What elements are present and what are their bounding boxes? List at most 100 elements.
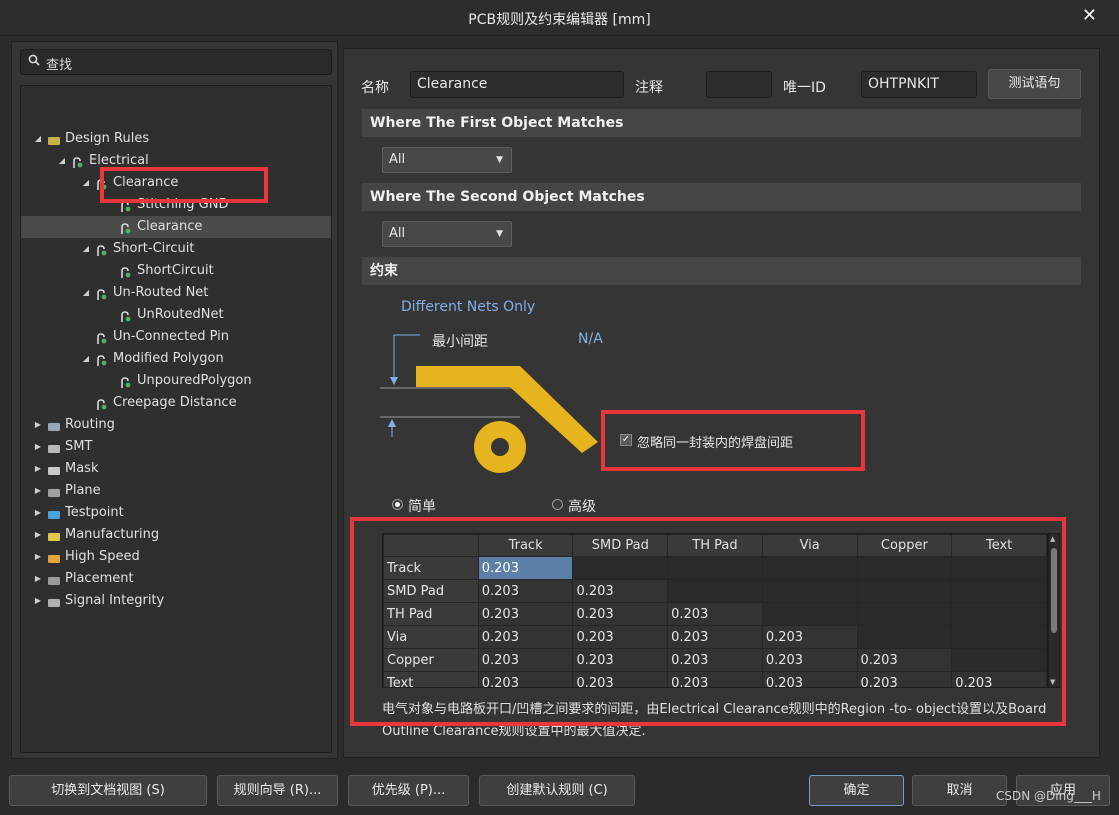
- tree-node-label: Signal Integrity: [65, 593, 165, 608]
- expand-arrow-icon[interactable]: ▶: [33, 568, 43, 590]
- tree-node[interactable]: Creepage Distance: [21, 392, 331, 414]
- tree-node-label: Mask: [65, 461, 99, 476]
- search-icon: [28, 54, 40, 66]
- cancel-button[interactable]: 取消: [912, 775, 1007, 806]
- tree-node[interactable]: Clearance: [21, 216, 331, 238]
- expand-arrow-icon[interactable]: ▶: [33, 590, 43, 612]
- collapse-arrow-icon[interactable]: ◢: [81, 238, 91, 260]
- expand-arrow-icon[interactable]: ▶: [33, 524, 43, 546]
- chevron-down-icon: ▼: [496, 155, 503, 165]
- search-box[interactable]: 查找: [20, 49, 332, 75]
- tree-node[interactable]: ◢ Un-Routed Net: [21, 282, 331, 304]
- comment-field[interactable]: [706, 71, 772, 98]
- title-bar: PCB规则及约束编辑器 [mm] ✕: [0, 0, 1119, 36]
- window-title: PCB规则及约束编辑器 [mm]: [468, 12, 651, 28]
- tree-node[interactable]: ▶ SMT: [21, 436, 331, 458]
- close-icon[interactable]: ✕: [1082, 5, 1097, 26]
- expand-arrow-icon[interactable]: ▶: [33, 546, 43, 568]
- document-view-button[interactable]: 切换到文档视图 (S): [9, 775, 207, 806]
- ok-button[interactable]: 确定: [809, 775, 904, 806]
- plane-icon: [47, 485, 61, 497]
- tree-node[interactable]: ▶ Testpoint: [21, 502, 331, 524]
- signal-integrity-icon: [47, 595, 61, 607]
- tree-node-label: High Speed: [65, 549, 140, 564]
- tree-node[interactable]: ▶ Routing: [21, 414, 331, 436]
- highlight-matrix: [350, 517, 1066, 726]
- tree-node[interactable]: UnpouredPolygon: [21, 370, 331, 392]
- collapse-arrow-icon[interactable]: ◢: [81, 348, 91, 370]
- tree-node-label: ShortCircuit: [137, 263, 214, 278]
- tree-node[interactable]: ▶ Mask: [21, 458, 331, 480]
- expand-arrow-icon[interactable]: ▶: [33, 502, 43, 524]
- tree-node[interactable]: Un-Connected Pin: [21, 326, 331, 348]
- tree-node-label: Design Rules: [65, 131, 150, 146]
- tree-node-label: Short-Circuit: [113, 241, 195, 256]
- routing-icon: [47, 419, 61, 431]
- collapse-arrow-icon[interactable]: ◢: [81, 172, 91, 194]
- tree-node-label: Placement: [65, 571, 134, 586]
- manufacturing-icon: [47, 529, 61, 541]
- tree-node-label: Routing: [65, 417, 115, 432]
- rule-icon: [71, 155, 85, 168]
- collapse-arrow-icon[interactable]: ◢: [81, 282, 91, 304]
- mask-icon: [47, 463, 61, 475]
- tree-node-label: SMT: [65, 439, 93, 454]
- tree-node[interactable]: ShortCircuit: [21, 260, 331, 282]
- expand-arrow-icon[interactable]: ▶: [33, 436, 43, 458]
- tree-node[interactable]: UnRoutedNet: [21, 304, 331, 326]
- tree-node[interactable]: ▶ Signal Integrity: [21, 590, 331, 612]
- tree-node-label: Creepage Distance: [113, 395, 237, 410]
- rule-icon: [95, 243, 109, 256]
- tree-node-label: UnpouredPolygon: [137, 373, 252, 388]
- mode-advanced-radio[interactable]: [552, 499, 563, 510]
- tree-node[interactable]: ▶ Plane: [21, 480, 331, 502]
- rule-icon: [95, 397, 109, 410]
- priority-button[interactable]: 优先级 (P)...: [348, 775, 469, 806]
- first-object-header: Where The First Object Matches: [362, 109, 1081, 137]
- rule-icon: [95, 287, 109, 300]
- chevron-down-icon: ▼: [496, 229, 503, 239]
- tree-node-label: Modified Polygon: [113, 351, 224, 366]
- different-nets-link[interactable]: Different Nets Only: [401, 299, 535, 315]
- tree-node[interactable]: ▶ High Speed: [21, 546, 331, 568]
- tree-node-label: UnRoutedNet: [137, 307, 224, 322]
- expand-arrow-icon[interactable]: ▶: [33, 480, 43, 502]
- uid-label: 唯一ID: [783, 80, 826, 96]
- tree-node[interactable]: ◢ Modified Polygon: [21, 348, 331, 370]
- name-field[interactable]: Clearance: [410, 71, 624, 98]
- expand-arrow-icon[interactable]: ▶: [33, 458, 43, 480]
- tree-node[interactable]: ◢ Design Rules: [21, 128, 331, 150]
- rule-icon: [119, 309, 133, 322]
- first-object-select[interactable]: All ▼: [382, 147, 512, 173]
- tree-node[interactable]: ▶ Manufacturing: [21, 524, 331, 546]
- expand-arrow-icon[interactable]: ▶: [33, 414, 43, 436]
- tree-node[interactable]: ◢ Short-Circuit: [21, 238, 331, 260]
- collapse-arrow-icon[interactable]: ◢: [57, 150, 67, 172]
- min-clearance-value[interactable]: N/A: [578, 331, 603, 347]
- tree-node-label: Manufacturing: [65, 527, 160, 542]
- placement-icon: [47, 573, 61, 585]
- mode-simple-radio[interactable]: [392, 499, 403, 510]
- tree-node-label: Plane: [65, 483, 101, 498]
- search-input[interactable]: 查找: [46, 54, 72, 73]
- create-default-rules-button[interactable]: 创建默认规则 (C): [479, 775, 635, 806]
- rule-icon: [95, 353, 109, 366]
- second-object-select[interactable]: All ▼: [382, 221, 512, 247]
- mode-simple-label: 简单: [408, 499, 436, 515]
- rule-icon: [119, 375, 133, 388]
- mode-advanced-label: 高级: [568, 499, 596, 515]
- rule-icon: [119, 221, 133, 234]
- rules-folder-icon: [47, 133, 61, 145]
- collapse-arrow-icon[interactable]: ◢: [33, 128, 43, 150]
- constraints-header: 约束: [362, 257, 1081, 285]
- test-query-button[interactable]: 测试语句: [988, 69, 1081, 99]
- highlight-ignore-pads: [601, 410, 865, 471]
- tree-node[interactable]: ▶ Placement: [21, 568, 331, 590]
- testpoint-icon: [47, 507, 61, 519]
- watermark: CSDN @Ding___H: [996, 789, 1101, 803]
- highlight-selected-rule: [100, 167, 268, 203]
- smt-icon: [47, 441, 61, 453]
- uid-field[interactable]: OHTPNKIT: [861, 71, 977, 98]
- rule-wizard-button[interactable]: 规则向导 (R)...: [217, 775, 338, 806]
- first-object-value: All: [389, 152, 406, 167]
